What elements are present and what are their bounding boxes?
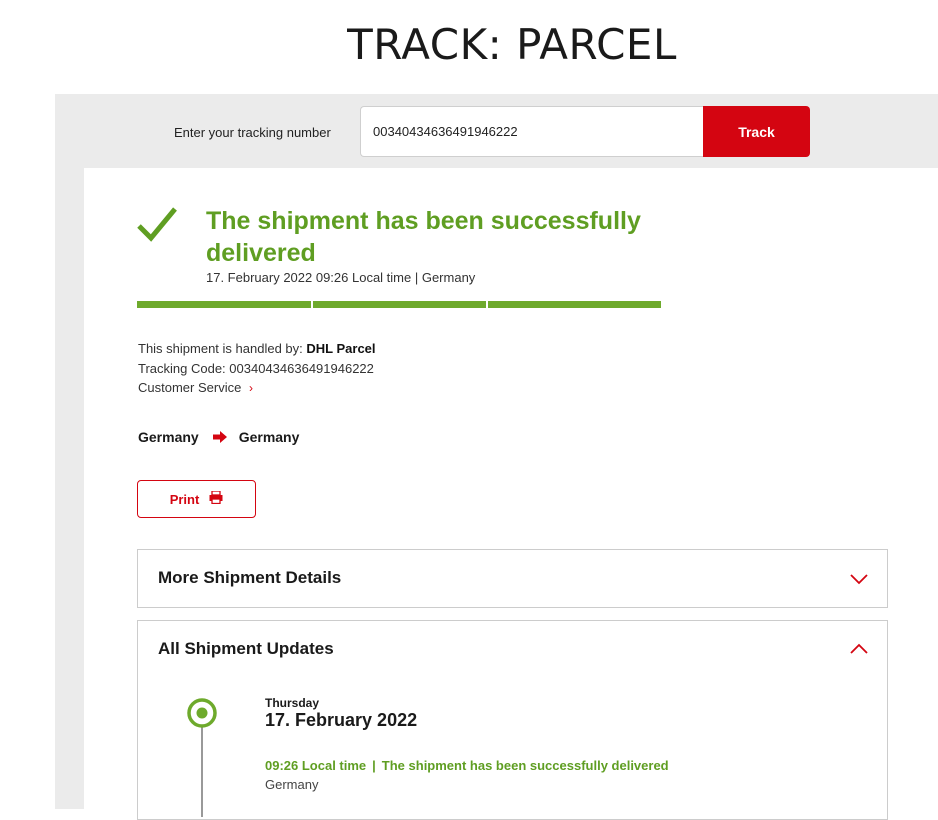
print-button[interactable]: Print [137, 480, 256, 518]
event-summary: 09:26 Local time | The shipment has been s… [265, 758, 669, 773]
handled-by-row: This shipment is handled by: DHL Parcel [138, 339, 376, 359]
route-destination: Germany [238, 429, 300, 445]
tracking-code-label: Tracking Code: [138, 360, 226, 376]
status-heading: The shipment has been successfully deliv… [206, 207, 641, 267]
progress-segment [137, 301, 311, 308]
all-shipment-updates-title[interactable]: All Shipment Updates [158, 639, 334, 659]
chevron-down-icon[interactable] [849, 573, 869, 585]
red-chevron-right-icon: › [248, 381, 253, 395]
event-location: Germany [265, 777, 319, 792]
tracking-number-input[interactable] [360, 106, 703, 157]
event-weekday: Thursday [265, 696, 320, 710]
tracking-number-label: Enter your tracking number [174, 125, 331, 140]
chevron-up-icon[interactable] [849, 643, 869, 655]
handled-by-label: This shipment is handled by: [138, 341, 303, 356]
print-label: Print [169, 491, 200, 507]
delivery-progress-bar [137, 301, 661, 308]
route: Germany Germany [138, 429, 299, 445]
event-description: The shipment has been successfully deliv… [381, 758, 669, 773]
all-shipment-updates-section: All Shipment Updates [137, 620, 888, 820]
more-shipment-details-title: More Shipment Details [158, 568, 342, 587]
route-origin: Germany [138, 429, 199, 445]
more-shipment-details-section[interactable]: More Shipment Details [137, 549, 888, 608]
tracking-code-value: 00340434636491946222 [229, 360, 374, 376]
customer-service-label: Customer Service [138, 380, 242, 395]
progress-segment [488, 301, 661, 308]
tracking-code-row: Tracking Code: 00340434636491946222 [138, 359, 376, 379]
printer-icon [209, 490, 223, 507]
status-meta: 17. February 2022 09:26 Local time | Ger… [206, 270, 476, 285]
timeline-dot-icon [187, 698, 217, 728]
handled-by-value: DHL Parcel [306, 341, 376, 356]
event-date: 17. February 2022 [265, 710, 418, 730]
progress-segment [313, 301, 486, 308]
page-title: TRACK: PARCEL [347, 20, 677, 69]
check-icon [137, 207, 177, 242]
track-button[interactable]: Track [703, 106, 810, 157]
shipment-info: This shipment is handled by: DHL Parcel … [138, 339, 376, 399]
timeline-line [201, 727, 203, 817]
event-time: 09:26 Local time [265, 758, 367, 773]
customer-service-link[interactable]: Customer Service › [138, 378, 376, 399]
arrow-right-icon [212, 431, 227, 443]
event-separator: | [372, 758, 376, 773]
